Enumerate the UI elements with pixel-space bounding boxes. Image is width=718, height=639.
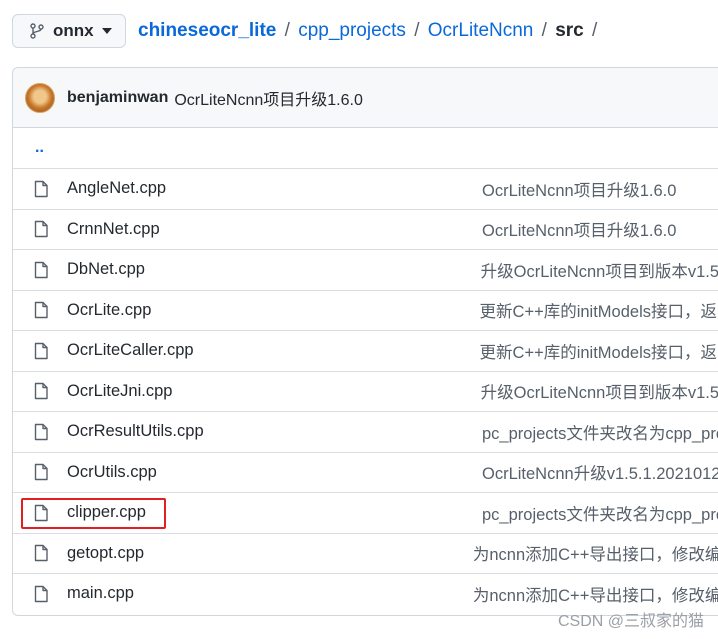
- parent-directory-row[interactable]: ..: [13, 128, 718, 168]
- file-name-link[interactable]: OcrLiteCaller.cpp: [67, 341, 194, 359]
- file-name-cell: OcrLite.cpp: [67, 301, 480, 320]
- file-icon: [33, 585, 49, 603]
- file-commit-message[interactable]: pc_projects文件夹改名为cpp_proj: [482, 501, 718, 525]
- avatar[interactable]: [25, 82, 55, 113]
- file-commit-message[interactable]: 更新C++库的initModels接口，返回: [480, 339, 718, 363]
- file-name-cell: main.cpp: [67, 584, 473, 603]
- file-commit-message[interactable]: 升级OcrLiteNcnn项目到版本v1.5.0: [481, 258, 718, 282]
- file-name-link[interactable]: DbNet.cpp: [67, 260, 145, 278]
- watermark: CSDN @三叔家的猫: [557, 613, 704, 630]
- file-name-cell: OcrLiteCaller.cpp: [67, 341, 480, 360]
- file-row[interactable]: AngleNet.cpp OcrLiteNcnn项目升级1.6.0: [13, 168, 718, 209]
- file-name-link[interactable]: CrnnNet.cpp: [67, 220, 160, 238]
- file-icon: [33, 382, 49, 400]
- file-commit-message[interactable]: 升级OcrLiteNcnn项目到版本v1.5.0: [481, 379, 718, 403]
- breadcrumb-root-link[interactable]: chineseocr_lite: [138, 20, 276, 41]
- file-name-cell: DbNet.cpp: [67, 260, 481, 279]
- file-icon: [33, 220, 49, 238]
- file-row[interactable]: OcrUtils.cpp OcrLiteNcnn升级v1.5.1.20210128: [13, 451, 718, 493]
- branch-selector-button[interactable]: onnx: [12, 14, 126, 48]
- file-commit-message[interactable]: 为ncnn添加C++导出接口，修改编译: [473, 541, 718, 565]
- file-row[interactable]: CrnnNet.cpp OcrLiteNcnn项目升级1.6.0: [13, 208, 718, 250]
- file-name-link[interactable]: clipper.cpp: [67, 503, 146, 521]
- file-browser: benjaminwan OcrLiteNcnn项目升级1.6.0 .. Angl…: [12, 67, 718, 616]
- breadcrumb-separator: /: [414, 20, 420, 41]
- commit-author[interactable]: benjaminwan: [67, 89, 168, 107]
- file-name-link[interactable]: OcrUtils.cpp: [67, 463, 157, 481]
- file-name-cell: OcrUtils.cpp: [67, 463, 482, 482]
- branch-label: onnx: [53, 21, 94, 40]
- commit-message[interactable]: OcrLiteNcnn项目升级1.6.0: [174, 86, 363, 110]
- breadcrumb-separator: /: [541, 20, 547, 41]
- file-row[interactable]: DbNet.cpp 升级OcrLiteNcnn项目到版本v1.5.0: [13, 249, 718, 290]
- breadcrumb-link-ocrlitencnn[interactable]: OcrLiteNcnn: [428, 20, 534, 41]
- file-name-link[interactable]: getopt.cpp: [67, 544, 144, 562]
- file-commit-message[interactable]: pc_projects文件夹改名为cpp_proj: [482, 420, 718, 444]
- breadcrumb-link-cpp-projects[interactable]: cpp_projects: [298, 20, 406, 41]
- breadcrumb: chineseocr_lite / cpp_projects / OcrLite…: [138, 20, 600, 42]
- file-icon: [33, 423, 49, 441]
- file-row[interactable]: OcrResultUtils.cpp pc_projects文件夹改名为cpp_p…: [13, 411, 718, 452]
- file-row[interactable]: OcrLite.cpp 更新C++库的initModels接口，返回: [13, 289, 718, 331]
- file-icon: [33, 504, 49, 522]
- file-commit-message[interactable]: OcrLiteNcnn项目升级1.6.0: [482, 217, 676, 241]
- file-icon: [33, 342, 49, 360]
- file-commit-message[interactable]: 为ncnn添加C++导出接口，修改编译: [473, 582, 718, 606]
- file-icon: [33, 544, 49, 562]
- file-commit-message[interactable]: 更新C++库的initModels接口，返回: [480, 298, 718, 322]
- file-name-cell: AngleNet.cpp: [67, 179, 482, 198]
- file-name-cell: getopt.cpp: [67, 544, 473, 563]
- breadcrumb-separator: /: [592, 20, 598, 41]
- file-icon: [33, 463, 49, 481]
- file-name-link[interactable]: main.cpp: [67, 584, 134, 602]
- file-name-cell: OcrLiteJni.cpp: [67, 382, 481, 401]
- file-name-link[interactable]: OcrLite.cpp: [67, 301, 151, 319]
- chevron-down-icon: [101, 28, 112, 34]
- file-name-cell: OcrResultUtils.cpp: [67, 422, 482, 441]
- latest-commit-bar: benjaminwan OcrLiteNcnn项目升级1.6.0: [13, 68, 718, 128]
- file-row[interactable]: OcrLiteJni.cpp 升级OcrLiteNcnn项目到版本v1.5.0: [13, 370, 718, 412]
- file-row[interactable]: OcrLiteCaller.cpp 更新C++库的initModels接口，返回: [13, 330, 718, 371]
- file-row[interactable]: getopt.cpp 为ncnn添加C++导出接口，修改编译: [13, 532, 718, 574]
- file-icon: [33, 301, 49, 319]
- breadcrumb-separator: /: [284, 20, 290, 41]
- file-commit-message[interactable]: OcrLiteNcnn项目升级1.6.0: [482, 177, 676, 201]
- breadcrumb-current: src: [555, 20, 584, 41]
- file-name-link[interactable]: OcrLiteJni.cpp: [67, 382, 172, 400]
- git-branch-icon: [30, 23, 44, 39]
- parent-directory-link[interactable]: ..: [35, 139, 44, 157]
- file-row[interactable]: clipper.cpp pc_projects文件夹改名为cpp_proj: [13, 492, 718, 533]
- file-name-link[interactable]: OcrResultUtils.cpp: [67, 422, 204, 440]
- file-icon: [33, 261, 49, 279]
- file-name-link[interactable]: AngleNet.cpp: [67, 179, 166, 197]
- file-icon: [33, 180, 49, 198]
- file-commit-message[interactable]: OcrLiteNcnn升级v1.5.1.20210128: [482, 460, 718, 484]
- file-name-cell: clipper.cpp: [67, 503, 482, 522]
- file-name-cell: CrnnNet.cpp: [67, 220, 482, 239]
